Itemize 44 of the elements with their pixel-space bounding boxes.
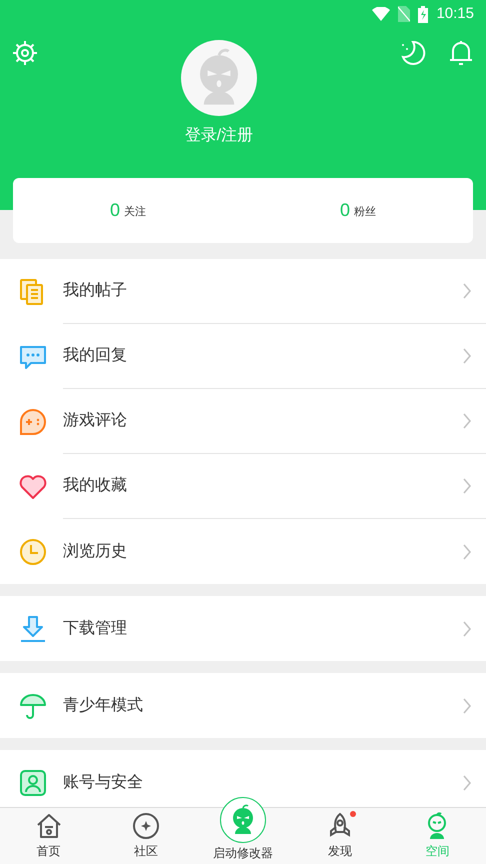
nav-tab[interactable]: 发现 [292,808,389,864]
stat-label: 关注 [124,204,146,220]
menu-item[interactable]: 浏览历史 [0,519,486,584]
chevron-right-icon [462,477,472,495]
menu-label: 我的帖子 [63,280,128,301]
download-icon [18,614,48,644]
settings-icon[interactable] [12,40,38,66]
bell-icon[interactable] [448,40,474,66]
menu-label: 青少年模式 [63,696,144,716]
menu-item[interactable]: 我的帖子 [0,259,486,324]
chevron-right-icon [462,774,472,792]
gamepad-bubble-icon [18,406,48,436]
menu-item[interactable]: 下载管理 [0,596,486,661]
menu-item[interactable]: 青少年模式 [0,673,486,738]
nav-tab[interactable]: 首页 [0,808,98,864]
nav-tab[interactable]: 社区 [97,808,194,864]
chevron-right-icon [462,620,472,638]
menu-item[interactable]: 我的回复 [0,324,486,389]
clock-icon [18,536,48,566]
menu-label: 游戏评论 [63,410,128,431]
chevron-right-icon [462,412,472,430]
menu-item[interactable]: 游戏评论 [0,389,486,454]
menu-item[interactable]: 我的收藏 [0,454,486,519]
chevron-right-icon [462,347,472,365]
menu-label: 浏览历史 [63,542,128,562]
stat-count: 0 [110,199,120,222]
menu-label: 我的回复 [63,346,128,366]
status-time: 10:15 [436,4,474,24]
menu-item[interactable]: 账号与安全 [0,750,486,807]
chevron-right-icon [462,696,472,714]
menu-label: 下载管理 [63,618,128,638]
battery-charging-icon [418,6,428,22]
user-card-icon [18,768,48,798]
menu-label: 账号与安全 [63,772,144,792]
no-sim-icon [398,6,410,22]
wifi-icon [372,7,390,21]
chevron-right-icon [462,282,472,300]
sparkle-circle-icon [132,812,160,840]
chevron-right-icon [462,542,472,560]
night-mode-icon[interactable] [400,40,426,66]
stat-label: 粉丝 [354,205,376,220]
stat-count: 0 [340,199,350,222]
house-icon [34,812,63,840]
menu-label: 我的收藏 [63,476,128,496]
